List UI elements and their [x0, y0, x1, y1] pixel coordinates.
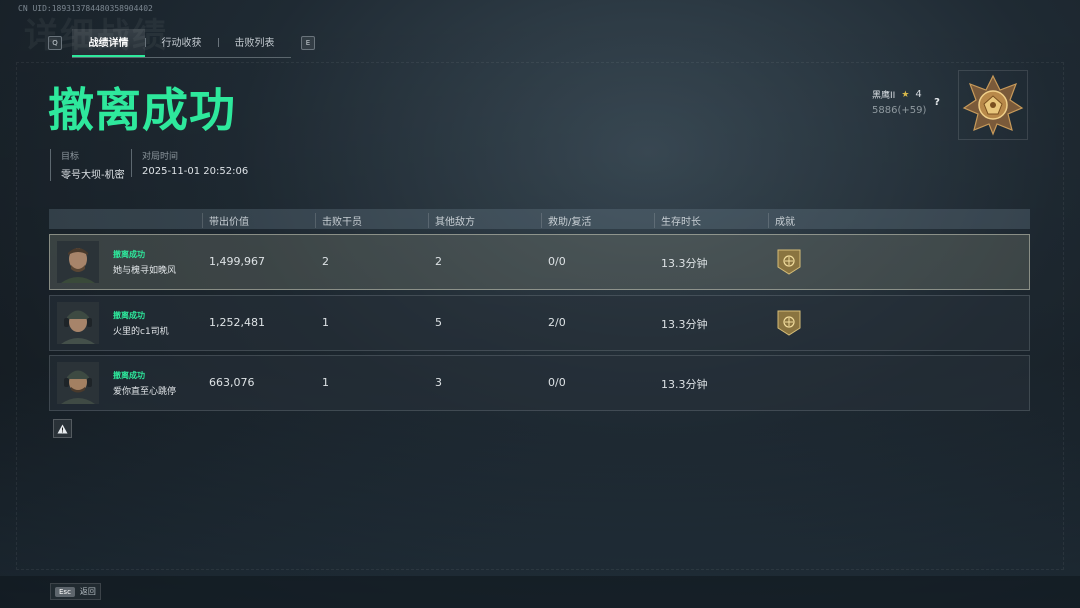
extracted-value: 1,252,481 — [209, 316, 265, 329]
survival-time: 13.3分钟 — [661, 378, 708, 391]
next-tab-key-hint[interactable]: E — [301, 36, 315, 50]
achievement-badge-icon[interactable] — [777, 249, 801, 275]
header-assist-revive: 救助/复活 — [541, 213, 591, 228]
back-button[interactable]: Esc 返回 — [50, 583, 101, 600]
player-name: 爱你直至心跳停 — [113, 387, 177, 397]
footer-bar — [0, 576, 1080, 608]
other-enemies: 5 — [435, 316, 442, 329]
header-operators-defeated: 击败干员 — [315, 213, 362, 228]
target-value: 零号大坝-机密 — [61, 170, 125, 181]
player-name: 火里的c1司机 — [113, 327, 169, 337]
avatar — [57, 362, 99, 404]
rank-name: 黑鹰II — [872, 91, 896, 101]
assist-revive: 2/0 — [548, 316, 566, 329]
assist-revive: 0/0 — [548, 376, 566, 389]
header-extracted-value: 带出价值 — [202, 213, 249, 228]
player-status: 撤离成功 — [113, 311, 145, 320]
table-row[interactable]: 撤离成功 火里的c1司机 1,252,481 1 5 2/0 13.3分钟 — [49, 295, 1030, 351]
result-title: 撤离成功 — [48, 83, 236, 137]
table-row[interactable]: 撤离成功 爱你直至心跳停 663,076 1 3 0/0 13.3分钟 — [49, 355, 1030, 411]
prev-tab-key-hint[interactable]: Q — [48, 36, 62, 50]
report-button[interactable] — [53, 419, 72, 438]
survival-time: 13.3分钟 — [661, 318, 708, 331]
tab-action-rewards[interactable]: 行动收获 — [145, 29, 218, 55]
player-status: 撤离成功 — [113, 250, 145, 259]
player-status: 撤离成功 — [113, 371, 145, 380]
tab-bar: Q 战绩详情 行动收获 击败列表 E — [48, 28, 315, 58]
extracted-value: 663,076 — [209, 376, 255, 389]
assist-revive: 0/0 — [548, 255, 566, 268]
stats-table-header: 带出价值 击败干员 其他敌方 救助/复活 生存时长 成就 — [49, 209, 1030, 229]
match-time-value: 2025-11-01 20:52:06 — [142, 166, 249, 177]
match-time-info: 对局时间 2025-11-01 20:52:06 — [131, 149, 248, 177]
warning-icon — [57, 424, 68, 433]
back-label: 返回 — [79, 587, 96, 596]
tab-list: 战绩详情 行动收获 击败列表 — [72, 28, 291, 58]
survival-time: 13.3分钟 — [661, 257, 708, 270]
match-time-label: 对局时间 — [142, 152, 179, 162]
rank-stars: 4 — [915, 89, 922, 100]
player-name: 她与槐寻如晚风 — [113, 266, 177, 276]
operators-defeated: 1 — [322, 376, 329, 389]
header-other-enemies: 其他敌方 — [428, 213, 475, 228]
help-button[interactable]: ? — [930, 95, 944, 109]
header-achievements: 成就 — [768, 213, 795, 228]
extracted-value: 1,499,967 — [209, 255, 265, 268]
other-enemies: 3 — [435, 376, 442, 389]
star-icon: ★ — [901, 89, 910, 100]
target-info: 目标 零号大坝-机密 — [50, 149, 125, 181]
avatar — [57, 241, 99, 283]
other-enemies: 2 — [435, 255, 442, 268]
header-survival-time: 生存时长 — [654, 213, 701, 228]
operators-defeated: 1 — [322, 316, 329, 329]
rank-medal-icon — [962, 74, 1024, 136]
rank-score: 5886(+59) — [872, 105, 927, 116]
tab-defeat-list[interactable]: 击败列表 — [218, 29, 291, 55]
target-label: 目标 — [61, 152, 80, 162]
avatar — [57, 302, 99, 344]
achievement-badge-icon[interactable] — [777, 310, 801, 336]
operators-defeated: 2 — [322, 255, 329, 268]
rank-info: 黑鹰II ★ 4 5886(+59) — [872, 88, 926, 116]
table-row[interactable]: 撤离成功 她与槐寻如晚风 1,499,967 2 2 0/0 13.3分钟 — [49, 234, 1030, 290]
player-uid: CN UID:189313784480358904402 — [18, 4, 153, 13]
tab-battle-details[interactable]: 战绩详情 — [72, 28, 145, 57]
esc-key-hint: Esc — [55, 586, 75, 597]
rank-medal[interactable] — [958, 70, 1028, 140]
